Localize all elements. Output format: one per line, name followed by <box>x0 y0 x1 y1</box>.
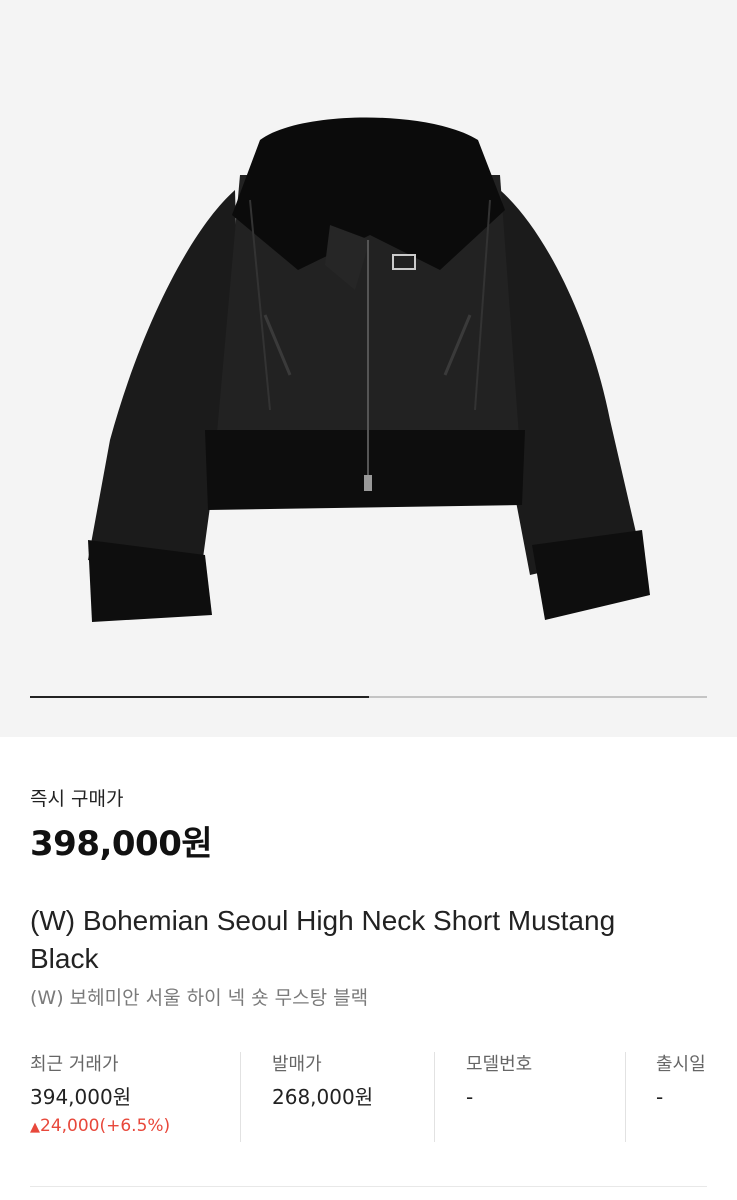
gallery-progress-fill <box>30 696 369 698</box>
model-number-value: - <box>466 1085 474 1109</box>
info-release-price: 발매가 268,000원 <box>272 1052 373 1112</box>
recent-trade-label: 최근 거래가 <box>30 1054 119 1075</box>
model-number-label: 모델번호 <box>466 1054 533 1075</box>
gallery-progress-bar <box>30 696 707 698</box>
info-release-date: 출시일 - <box>656 1052 706 1112</box>
buy-now-price-label: 즉시 구매가 <box>30 788 124 810</box>
recent-trade-price: 394,000원 <box>30 1085 132 1109</box>
release-price-label: 발매가 <box>272 1054 322 1075</box>
product-title-korean: (W) 보헤미안 서울 하이 넥 숏 무스탕 블랙 <box>30 987 369 1009</box>
info-model-number: 모델번호 - <box>466 1052 532 1112</box>
release-price-value: 268,000원 <box>272 1085 374 1109</box>
recent-trade-change-value: 24,000(+6.5%) <box>40 1116 171 1136</box>
release-date-label: 출시일 <box>656 1054 706 1075</box>
product-title-english: (W) Bohemian Seoul High Neck Short Musta… <box>30 905 616 974</box>
up-arrow-icon: ▲ <box>30 1120 40 1135</box>
product-image <box>88 117 650 622</box>
info-divider <box>625 1052 626 1142</box>
info-divider <box>240 1052 241 1142</box>
recent-trade-change: ▲24,000(+6.5%) <box>30 1114 170 1140</box>
section-divider <box>30 1186 707 1187</box>
info-divider <box>434 1052 435 1142</box>
buy-now-price: 398,000원 <box>30 824 213 864</box>
product-image-gallery[interactable] <box>0 0 737 737</box>
info-recent-trade: 최근 거래가 394,000원 ▲24,000(+6.5%) <box>30 1052 170 1140</box>
release-date-value: - <box>656 1085 664 1109</box>
